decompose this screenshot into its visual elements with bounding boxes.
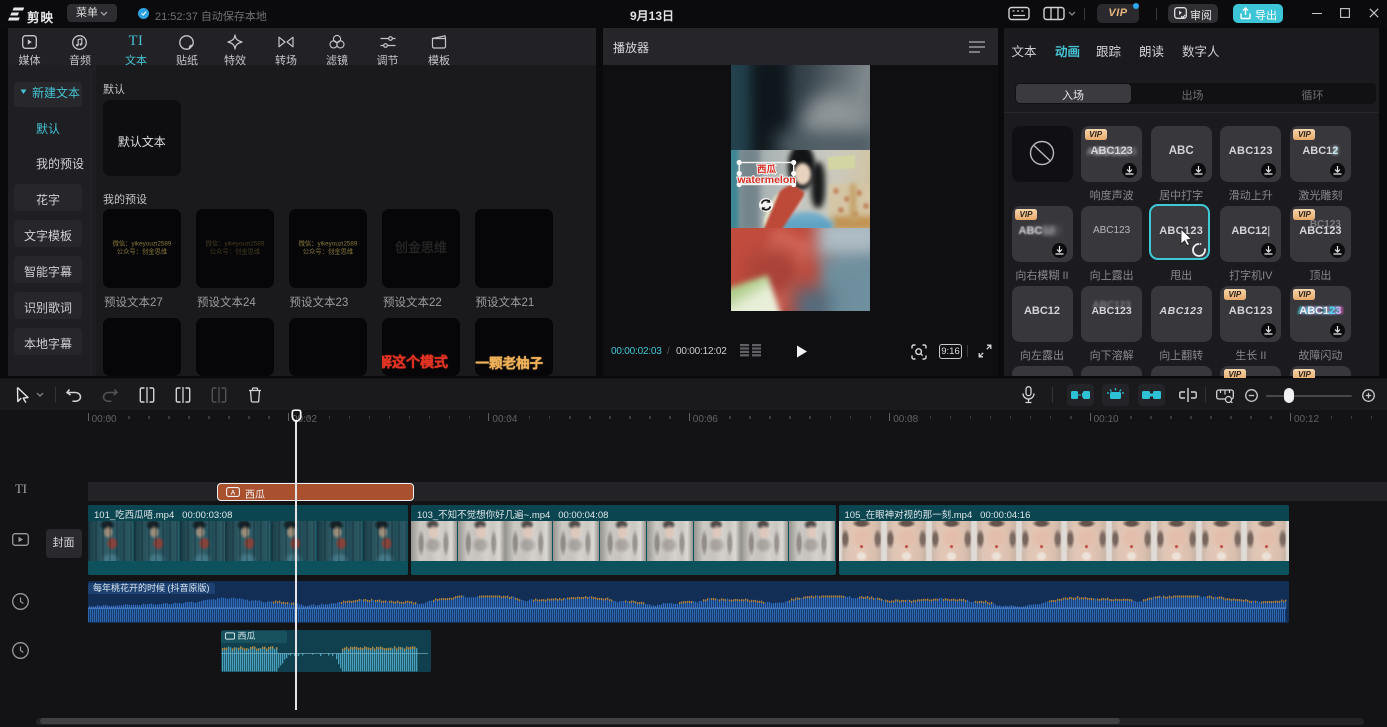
svg-text:watermelon: watermelon bbox=[736, 174, 795, 186]
svg-text:A: A bbox=[231, 489, 236, 496]
